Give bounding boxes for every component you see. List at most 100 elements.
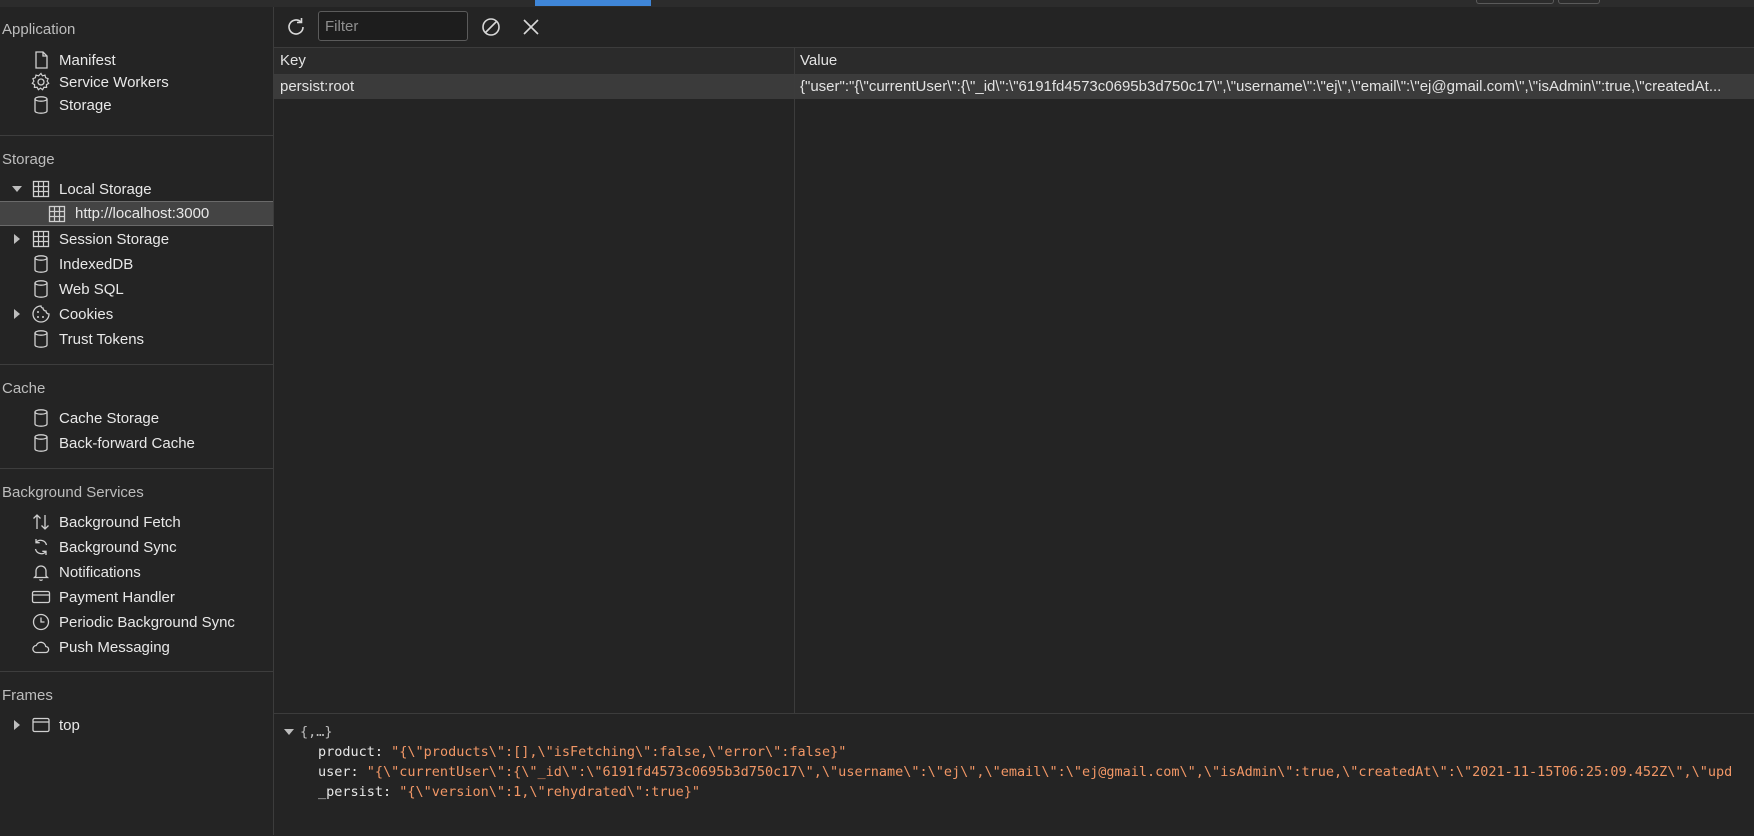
top-tab-strip [0, 0, 1754, 7]
expanded-arrow-icon[interactable] [284, 727, 294, 737]
sidebar-item-label: Push Messaging [59, 638, 170, 656]
divider [0, 468, 273, 469]
collapsed-arrow-icon[interactable] [12, 234, 22, 244]
database-icon [31, 254, 51, 274]
sidebar-item-storage[interactable]: Storage [0, 93, 273, 117]
property-value: "{\"currentUser\":{\"_id\":\"6191fd4573c… [366, 764, 1733, 780]
sidebar-item-background-fetch[interactable]: Background Fetch [0, 510, 273, 534]
preview-property-product: product: "{\"products\":[],\"isFetching\… [318, 744, 846, 760]
storage-main-panel: Key Value persist:root {"user":"{\"curre… [274, 7, 1754, 836]
sidebar-item-label: Session Storage [59, 230, 170, 248]
expanded-arrow-icon[interactable] [12, 184, 22, 194]
sidebar-item-label: Background Sync [59, 538, 177, 556]
sidebar-item-label: Manifest [59, 51, 116, 69]
sidebar-item-local-storage[interactable]: Local Storage [0, 177, 273, 201]
section-title-cache: Cache [2, 380, 46, 397]
row-key-cell[interactable]: persist:root [280, 78, 788, 95]
sidebar-item-periodic-background-sync[interactable]: Periodic Background Sync [0, 610, 273, 634]
preview-root-line[interactable]: {,…} [284, 724, 333, 740]
application-sidebar: Application Manifest Service Workers Sto… [0, 7, 274, 835]
gear-icon [31, 72, 51, 92]
sidebar-item-label: Periodic Background Sync [59, 613, 235, 631]
value-preview-pane: {,…} product: "{\"products\":[],\"isFetc… [274, 713, 1754, 836]
column-header-value[interactable]: Value [800, 52, 837, 69]
table-row[interactable]: persist:root {"user":"{\"currentUser\":{… [274, 75, 1754, 99]
sidebar-item-label: Service Workers [59, 73, 169, 91]
sync-icon [31, 537, 51, 557]
preview-property-persist: _persist: "{\"version\":1,\"rehydrated\"… [318, 784, 700, 800]
sidebar-item-manifest[interactable]: Manifest [0, 48, 273, 72]
database-icon [31, 433, 51, 453]
sidebar-item-localhost-origin[interactable]: http://localhost:3000 [0, 201, 273, 226]
sidebar-item-cookies[interactable]: Cookies [0, 302, 273, 326]
refresh-icon [285, 16, 307, 38]
sidebar-item-label: Local Storage [59, 180, 152, 198]
database-icon [31, 95, 51, 115]
sidebar-item-back-forward-cache[interactable]: Back-forward Cache [0, 431, 273, 455]
preview-property-user: user: "{\"currentUser\":{\"_id\":\"6191f… [318, 764, 1732, 780]
close-icon [521, 17, 541, 37]
sidebar-item-label: Background Fetch [59, 513, 181, 531]
preview-root-object: {,…} [300, 724, 333, 740]
property-key: user: [318, 764, 359, 780]
clock-icon [31, 612, 51, 632]
database-icon [31, 408, 51, 428]
collapsed-arrow-icon[interactable] [12, 309, 22, 319]
sidebar-item-background-sync[interactable]: Background Sync [0, 535, 273, 559]
sidebar-item-cache-storage[interactable]: Cache Storage [0, 406, 273, 430]
block-icon [480, 16, 502, 38]
sidebar-item-label: Back-forward Cache [59, 434, 195, 452]
grid-icon [31, 179, 51, 199]
database-icon [31, 279, 51, 299]
property-value: "{\"products\":[],\"isFetching\":false,\… [391, 744, 847, 760]
property-value: "{\"version\":1,\"rehydrated\":true}" [399, 784, 701, 800]
sidebar-item-notifications[interactable]: Notifications [0, 560, 273, 584]
up-down-arrows-icon [31, 512, 51, 532]
sidebar-item-push-messaging[interactable]: Push Messaging [0, 635, 273, 659]
sidebar-item-label: IndexedDB [59, 255, 134, 273]
table-header: Key Value [274, 48, 1754, 75]
sidebar-item-label: Cache Storage [59, 409, 160, 427]
cloud-icon [31, 637, 51, 657]
credit-card-icon [31, 587, 51, 607]
sidebar-item-indexeddb[interactable]: IndexedDB [0, 252, 273, 276]
sidebar-item-trust-tokens[interactable]: Trust Tokens [0, 327, 273, 351]
filter-input[interactable] [318, 11, 468, 41]
sidebar-item-session-storage[interactable]: Session Storage [0, 227, 273, 251]
column-header-key[interactable]: Key [280, 52, 306, 69]
sidebar-item-web-sql[interactable]: Web SQL [0, 277, 273, 301]
grid-icon [47, 204, 67, 224]
sidebar-item-label: Payment Handler [59, 588, 175, 606]
storage-table: Key Value persist:root {"user":"{\"curre… [274, 48, 1754, 713]
clear-all-button[interactable] [479, 15, 503, 39]
delete-selected-button[interactable] [519, 15, 543, 39]
storage-toolbar [274, 7, 1754, 48]
window-frame-icon [31, 715, 51, 735]
divider [0, 364, 273, 365]
collapsed-arrow-icon[interactable] [12, 720, 22, 730]
cookie-icon [31, 304, 51, 324]
database-icon [31, 329, 51, 349]
row-value-cell[interactable]: {"user":"{\"currentUser\":{\"_id\":\"619… [800, 78, 1750, 95]
toolbar-edge-control[interactable] [1476, 0, 1554, 4]
sidebar-item-payment-handler[interactable]: Payment Handler [0, 585, 273, 609]
property-key: product: [318, 744, 384, 760]
toolbar-edge-control[interactable] [1558, 0, 1600, 4]
active-tab-indicator [535, 0, 651, 6]
divider [0, 671, 273, 672]
file-icon [31, 50, 51, 70]
section-title-frames: Frames [2, 687, 53, 704]
property-key: _persist: [318, 784, 392, 800]
grid-icon [31, 229, 51, 249]
sidebar-item-label: http://localhost:3000 [75, 205, 210, 222]
bell-icon [31, 562, 51, 582]
refresh-button[interactable] [284, 15, 308, 39]
section-title-background-services: Background Services [2, 484, 144, 501]
column-resizer[interactable] [794, 48, 795, 713]
sidebar-item-label: Trust Tokens [59, 330, 145, 348]
sidebar-item-frame-top[interactable]: top [0, 713, 273, 737]
sidebar-item-service-workers[interactable]: Service Workers [0, 70, 273, 94]
sidebar-item-label: Cookies [59, 305, 114, 323]
section-title-storage: Storage [2, 151, 55, 168]
sidebar-item-label: Web SQL [59, 280, 124, 298]
